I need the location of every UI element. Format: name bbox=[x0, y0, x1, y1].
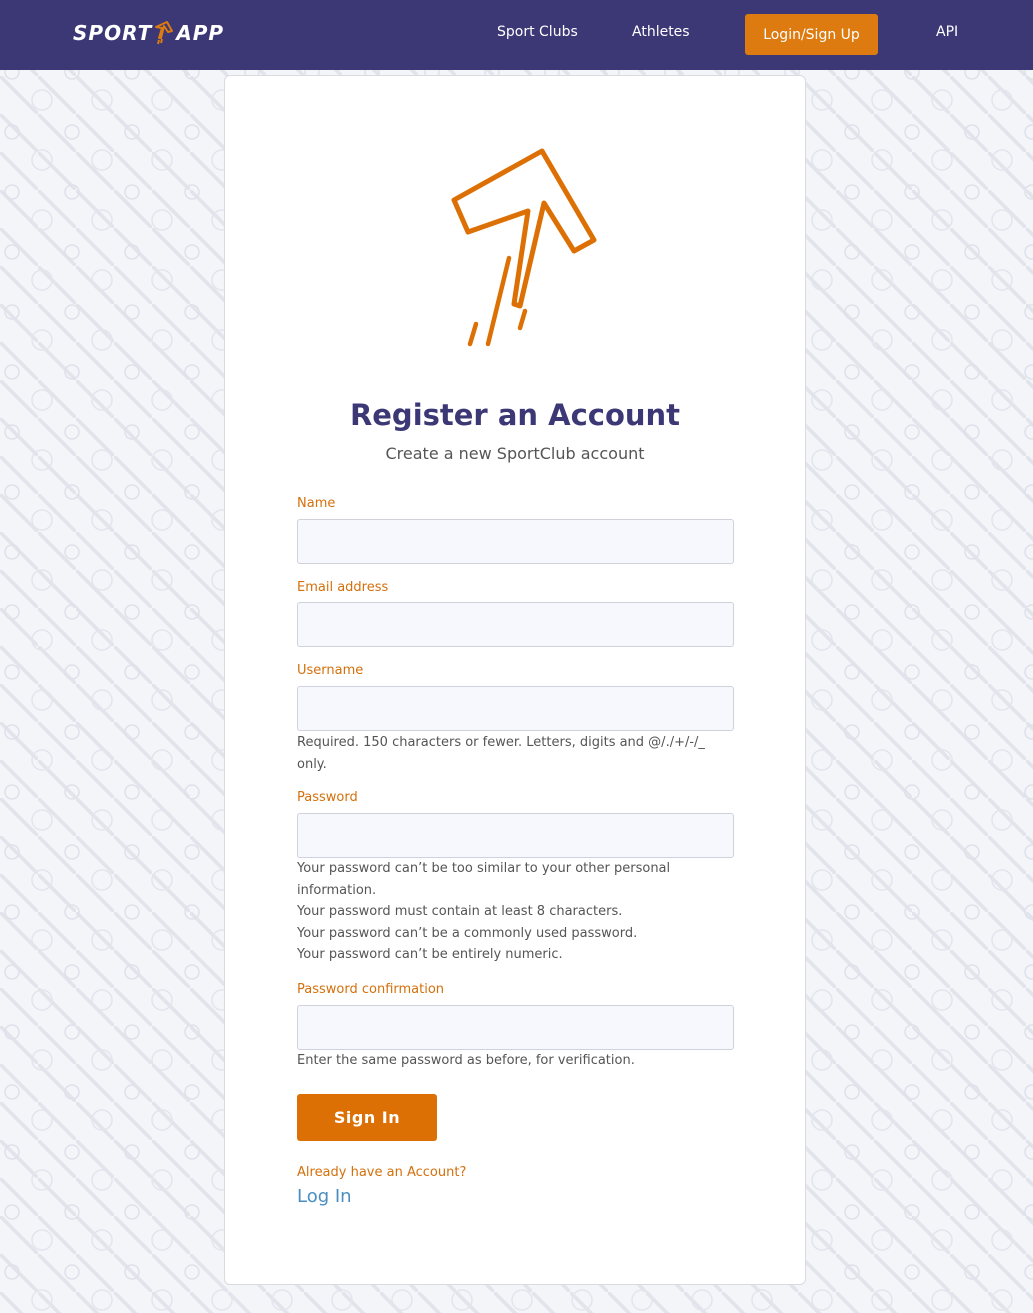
register-card: Register an Account Create a new SportCl… bbox=[224, 75, 806, 1285]
username-input[interactable] bbox=[297, 686, 734, 731]
page-subtitle: Create a new SportClub account bbox=[385, 444, 645, 463]
password-label: Password bbox=[297, 790, 358, 805]
password-confirmation-help-text: Enter the same password as before, for v… bbox=[297, 1053, 635, 1068]
rising-arrow-icon bbox=[451, 148, 597, 347]
username-label: Username bbox=[297, 663, 364, 678]
password-help-item: Your password can’t be too similar to yo… bbox=[297, 861, 671, 898]
nav-link-api[interactable]: API bbox=[936, 24, 958, 40]
nav-login-signup-button[interactable]: Login/Sign Up bbox=[745, 14, 878, 55]
brand-logo[interactable]: SPORT APP bbox=[73, 18, 224, 48]
brand-arrow-icon bbox=[155, 21, 174, 45]
nav-link-sport-clubs[interactable]: Sport Clubs bbox=[497, 24, 578, 40]
password-help-item: Your password must contain at least 8 ch… bbox=[297, 904, 623, 919]
already-have-account-text: Already have an Account? bbox=[297, 1165, 467, 1180]
nav-link-athletes[interactable]: Athletes bbox=[632, 24, 690, 40]
top-navbar: SPORT APP Sport Clubs Athletes Login/Sig… bbox=[0, 0, 1033, 70]
password-help-list: Your password can’t be too similar to yo… bbox=[297, 858, 737, 966]
email-label: Email address bbox=[297, 580, 389, 595]
password-confirmation-input[interactable] bbox=[297, 1005, 734, 1050]
email-input[interactable] bbox=[297, 602, 734, 647]
page-title: Register an Account bbox=[349, 398, 681, 432]
brand-text-right: APP bbox=[176, 21, 225, 45]
name-input[interactable] bbox=[297, 519, 734, 564]
password-input[interactable] bbox=[297, 813, 734, 858]
username-help-text: Required. 150 characters or fewer. Lette… bbox=[297, 735, 705, 772]
name-label: Name bbox=[297, 496, 336, 511]
sign-in-button[interactable]: Sign In bbox=[297, 1094, 437, 1141]
password-help-item: Your password can’t be a commonly used p… bbox=[297, 925, 638, 941]
password-confirmation-label: Password confirmation bbox=[297, 982, 445, 997]
brand-text-left: SPORT bbox=[73, 21, 153, 45]
password-help-item: Your password can’t be entirely numeric. bbox=[297, 947, 563, 962]
log-in-link[interactable]: Log In bbox=[297, 1186, 352, 1207]
